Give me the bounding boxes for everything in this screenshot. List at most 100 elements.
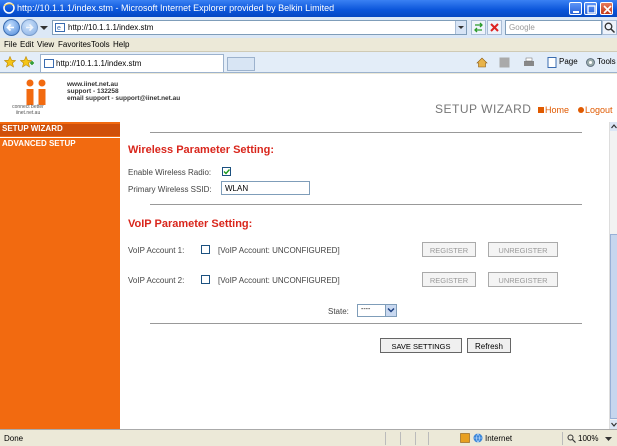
menu-help[interactable]: Help [113,40,129,49]
tools-menu-button[interactable]: Tools [597,57,616,66]
protected-mode-icon [460,433,470,443]
select-arrow [385,305,396,316]
zone-text: Internet [485,434,513,443]
divider [150,204,582,205]
voip-account-2-register-button[interactable]: REGISTER [422,272,476,287]
contact-info: www.iinet.net.au support - 132258 email … [67,81,180,102]
voip-account-2-unregister-button[interactable]: UNREGISTER [488,272,558,287]
vertical-scrollbar[interactable] [609,122,617,429]
chevron-down-icon[interactable] [605,437,612,441]
sidebar-divider [0,137,120,138]
refresh-page-button[interactable] [471,20,486,35]
stop-icon [490,23,499,32]
sidebar-item-advanced-setup[interactable]: ADVANCED SETUP [0,139,120,151]
save-settings-button[interactable]: SAVE SETTINGS [380,338,462,353]
bullet-icon [578,107,584,113]
globe-icon [473,433,483,443]
divider [150,132,582,133]
menu-bar: File Edit View Favorites Tools Help [0,38,617,52]
status-divider [385,432,386,445]
menu-file[interactable]: File [4,40,17,49]
status-divider [428,432,429,445]
scroll-thumb[interactable] [610,234,617,419]
contact-web: www.iinet.net.au [67,81,119,88]
gear-icon[interactable] [585,57,596,68]
logo-domain: iinet.net.au [15,110,41,116]
status-divider [400,432,401,445]
voip-account-2-label: VoIP Account 2: [128,276,185,285]
minimize-button[interactable] [569,2,582,15]
voip-section-title: VoIP Parameter Setting: [128,218,253,230]
print-icon[interactable] [523,57,535,68]
minimize-icon [573,11,579,13]
add-favorite-icon[interactable] [20,56,34,68]
chevron-up-icon [611,124,617,129]
close-button[interactable] [600,2,613,15]
maximize-icon [587,5,596,14]
contact-phone: support - 132258 [67,88,119,95]
home-icon[interactable] [476,57,488,68]
main-content: Wireless Parameter Setting: Enable Wirel… [120,122,609,429]
forward-arrow-icon [26,23,34,32]
search-placeholder: Google [509,23,535,32]
divider [150,323,582,324]
enable-wireless-label: Enable Wireless Radio: [128,168,212,177]
address-bar[interactable]: e http://10.1.1.1/index.stm [52,20,467,35]
stop-button[interactable] [487,20,502,35]
logout-link[interactable]: Logout [578,105,613,115]
refresh-button[interactable]: Refresh [467,338,511,353]
menu-favorites[interactable]: Favorites [58,40,91,49]
status-bar: Done Internet 100% [0,429,617,446]
scroll-up-button[interactable] [610,122,617,131]
ssid-input[interactable]: WLAN [221,181,310,195]
voip-account-1-register-button[interactable]: REGISTER [422,242,476,257]
voip-account-1-checkbox[interactable] [201,245,210,254]
scroll-down-button[interactable] [610,420,617,429]
zoom-level[interactable]: 100% [578,434,598,443]
state-select[interactable]: ---- [357,304,397,317]
address-toolbar: e http://10.1.1.1/index.stm Google [0,17,617,38]
page-menu-button[interactable]: Page [559,57,578,66]
home-link[interactable]: Home [538,105,569,115]
address-text: http://10.1.1.1/index.stm [68,23,154,32]
internet-explorer-icon [3,2,15,14]
bullet-icon [538,107,544,113]
voip-account-1-unregister-button[interactable]: UNREGISTER [488,242,558,257]
zoom-icon[interactable] [567,434,576,443]
favorites-star-icon[interactable] [4,56,16,68]
maximize-button[interactable] [584,2,597,15]
address-dropdown-button[interactable] [455,21,466,34]
window-title: http://10.1.1.1/index.stm - Microsoft In… [17,3,335,13]
logo-caption: connect better iinet.net.au [6,104,50,116]
svg-text:e: e [57,25,61,32]
page-title: SETUP WIZARD [435,102,532,116]
history-dropdown-icon[interactable] [40,26,48,31]
checkmark-icon [223,169,230,175]
menu-view[interactable]: View [37,40,54,49]
state-value: ---- [361,306,371,313]
back-button[interactable] [3,19,20,36]
enable-wireless-checkbox[interactable] [222,167,231,176]
chevron-down-icon [458,26,464,29]
search-button[interactable] [602,20,617,35]
voip-account-2-checkbox[interactable] [201,275,210,284]
menu-tools[interactable]: Tools [91,40,110,49]
sidebar: SETUP WIZARD ADVANCED SETUP [0,122,120,429]
new-tab-button[interactable] [227,57,255,71]
window-titlebar: http://10.1.1.1/index.stm - Microsoft In… [0,0,617,17]
menu-edit[interactable]: Edit [20,40,34,49]
page-header: connect better iinet.net.au www.iinet.ne… [0,74,617,122]
search-input[interactable]: Google [505,20,602,35]
page-icon [44,59,54,68]
logout-link-label: Logout [585,105,613,115]
sidebar-item-setup-wizard[interactable]: SETUP WIZARD [0,124,120,136]
back-arrow-icon [6,23,14,32]
forward-button[interactable] [21,19,38,36]
search-icon [604,22,616,34]
refresh-icon [474,22,483,33]
feeds-icon[interactable] [499,57,510,68]
contact-email: email support - support@iinet.net.au [67,95,181,102]
page-menu-icon[interactable] [547,57,558,68]
home-link-label: Home [545,105,570,115]
tab-current-page[interactable]: http://10.1.1.1/index.stm [40,54,224,72]
